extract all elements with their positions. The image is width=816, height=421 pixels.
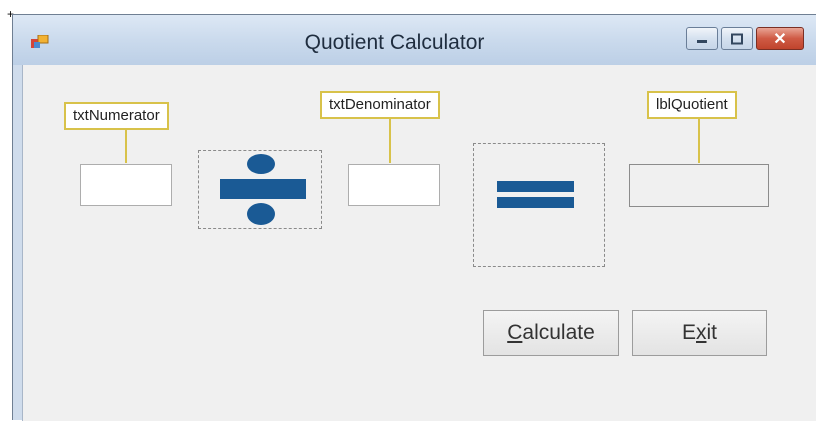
divide-bar (220, 179, 306, 199)
callout-txtdenominator: txtDenominator (320, 91, 440, 119)
close-button[interactable]: ✕ (756, 27, 804, 50)
calculate-mnemonic: C (507, 321, 523, 344)
callout-leader-denominator (389, 119, 391, 163)
exit-label: Exit (682, 321, 717, 345)
callout-leader-quotient (698, 119, 700, 163)
equals-bottom-bar (497, 197, 574, 208)
numerator-textbox[interactable] (80, 164, 172, 206)
calculate-label: Calculate (507, 321, 595, 345)
quotient-label (629, 164, 769, 207)
calculate-button[interactable]: Calculate (483, 310, 619, 356)
exit-mnemonic: x (696, 321, 707, 344)
divide-icon (199, 151, 321, 228)
title-bar[interactable]: Quotient Calculator ✕ (13, 15, 816, 65)
callout-txtnumerator: txtNumerator (64, 102, 169, 130)
divide-bottom-dot (247, 203, 275, 225)
exit-label-pre: E (681, 321, 696, 344)
form-client-area: txtNumerator txtDenominator lblQuotient (22, 65, 816, 421)
caption-buttons: ✕ (686, 27, 816, 52)
minimize-button[interactable] (686, 27, 718, 50)
exit-label-post: it (706, 321, 718, 344)
equals-picture-box (473, 143, 605, 267)
callout-leader-numerator (125, 130, 127, 163)
equals-icon (474, 144, 604, 266)
calculate-label-post: alculate (522, 321, 595, 344)
close-icon: ✕ (773, 30, 787, 48)
exit-button[interactable]: Exit (632, 310, 767, 356)
divide-top-dot (247, 154, 275, 174)
denominator-textbox[interactable] (348, 164, 440, 206)
quotient-calculator-window: Quotient Calculator ✕ txtNumerator txtDe… (12, 14, 816, 421)
divide-picture-box (198, 150, 322, 229)
maximize-button[interactable] (721, 27, 753, 50)
minimize-icon (697, 39, 707, 43)
maximize-icon (731, 33, 743, 44)
equals-top-bar (497, 181, 574, 192)
callout-lblquotient: lblQuotient (647, 91, 737, 119)
